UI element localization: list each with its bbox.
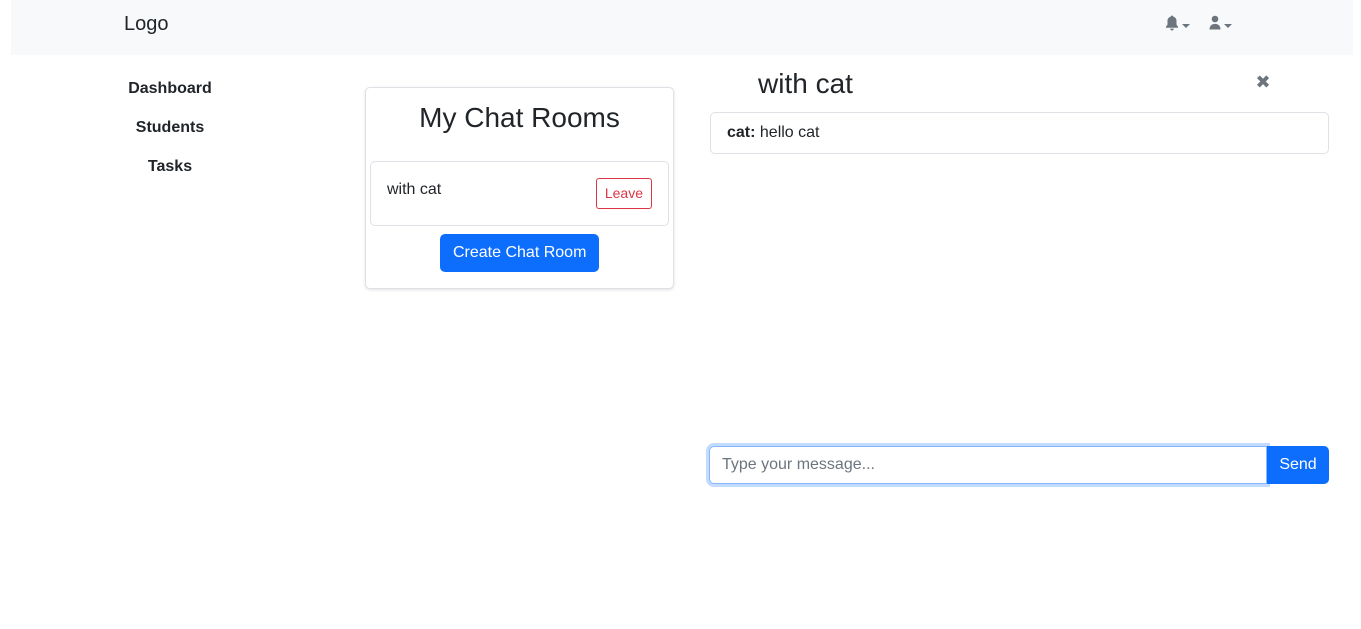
send-button[interactable]: Send <box>1267 446 1329 484</box>
message-input[interactable] <box>709 446 1267 484</box>
sidebar-item-students[interactable]: Students <box>70 111 270 150</box>
chevron-down-icon <box>1182 23 1190 28</box>
message-author: cat: <box>727 124 756 141</box>
sidebar-item-dashboard[interactable]: Dashboard <box>70 72 270 111</box>
chat-room-item[interactable]: with cat Leave <box>370 161 669 226</box>
sidebar: Dashboard Students Tasks <box>70 72 270 189</box>
sidebar-item-tasks[interactable]: Tasks <box>70 150 270 189</box>
chat-message: cat: hello cat <box>710 112 1329 154</box>
chat-rooms-card: My Chat Rooms with cat Leave Create Chat… <box>365 87 674 289</box>
logo[interactable]: Logo <box>124 13 169 36</box>
chat-title: with cat <box>758 68 853 99</box>
message-text: hello cat <box>755 124 820 141</box>
message-input-group: Send <box>709 446 1329 484</box>
leave-room-button[interactable]: Leave <box>595 178 652 209</box>
bell-icon <box>1165 15 1179 36</box>
chat-rooms-title: My Chat Rooms <box>419 102 620 133</box>
user-dropdown[interactable] <box>1209 15 1232 35</box>
create-chat-room-button[interactable]: Create Chat Room <box>440 234 600 272</box>
chevron-down-icon <box>1224 23 1232 28</box>
close-icon[interactable]: ✖ <box>1254 72 1272 92</box>
top-navbar: Logo <box>11 0 1353 55</box>
user-icon <box>1209 15 1221 35</box>
notifications-dropdown[interactable] <box>1165 15 1190 35</box>
chat-room-name: with cat <box>387 181 442 198</box>
